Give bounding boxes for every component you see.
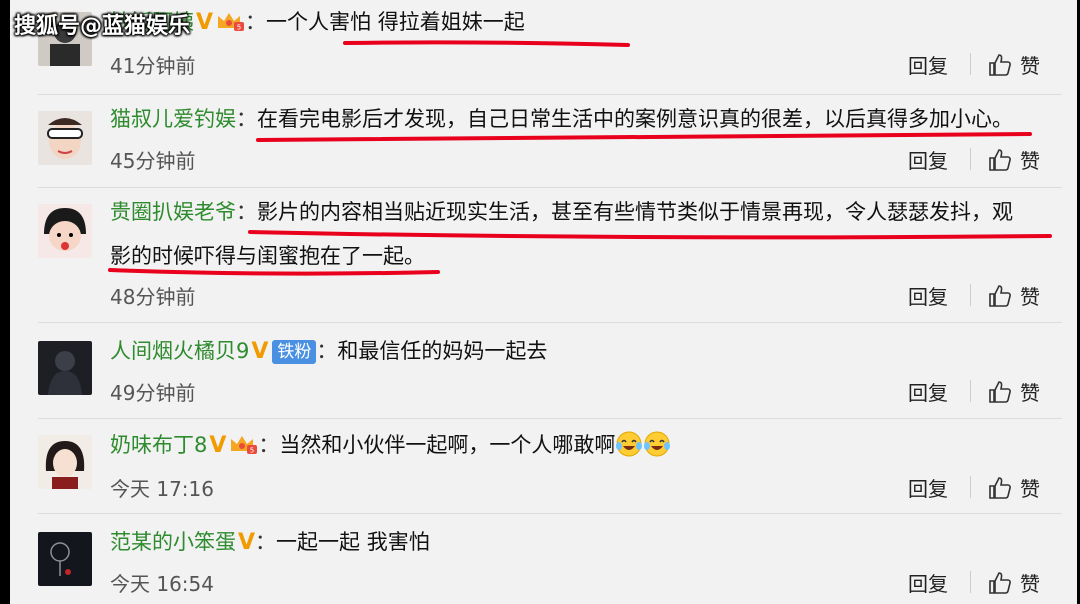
red-underline-annotation xyxy=(108,40,1052,276)
watermark: 搜狐号@蓝猫娱乐 xyxy=(14,14,191,39)
